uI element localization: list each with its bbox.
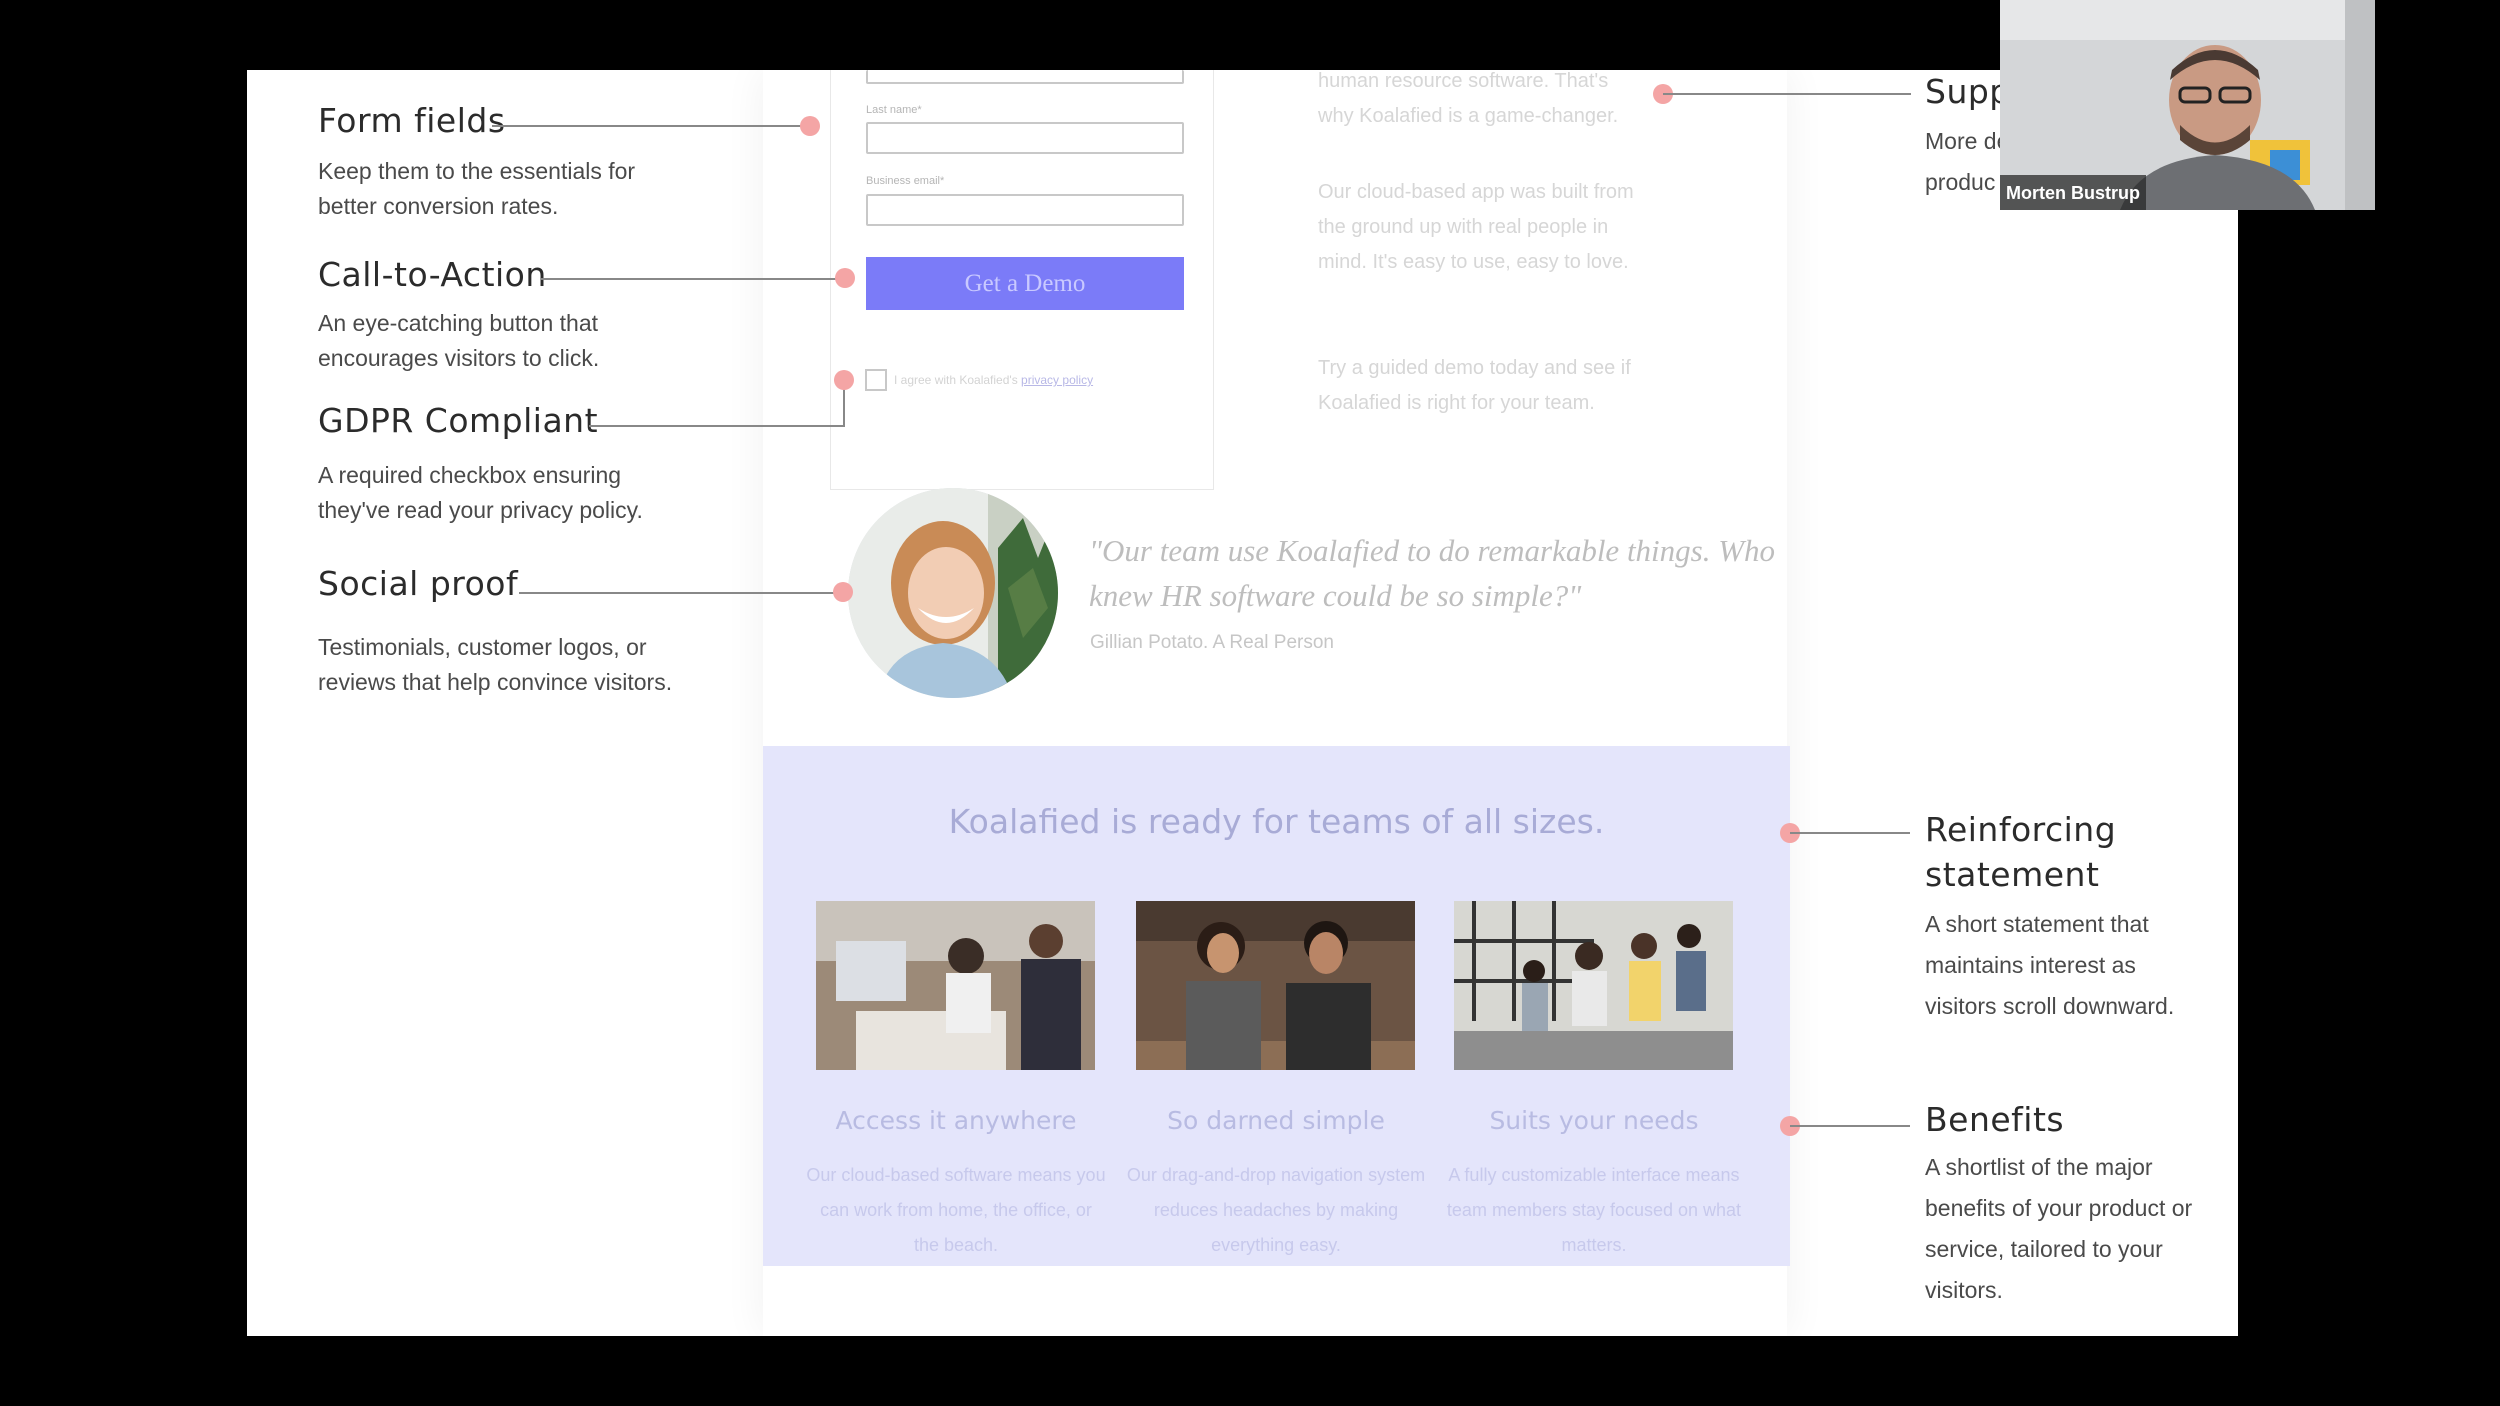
features-band: Koalafied is ready for teams of all size…: [763, 746, 1790, 1266]
annotation-benefits-title: Benefits: [1925, 1100, 2065, 1139]
annotation-reinforcing-title: Reinforcing statement: [1925, 810, 2117, 894]
connector-line: [492, 125, 808, 127]
last-name-field[interactable]: [866, 122, 1184, 154]
webcam-video: Morten Bustrup: [2000, 0, 2375, 210]
person-photo: [848, 488, 1058, 698]
connector-line: [1790, 1125, 1910, 1127]
annotation-supporting-title: Supp: [1925, 72, 2011, 111]
connector-line: [589, 425, 845, 427]
email-label: Business email*: [866, 175, 945, 187]
annotation-form-fields-desc: Keep them to the essentials for better c…: [318, 158, 636, 219]
feature-image-celebration: [1454, 901, 1733, 1070]
email-field[interactable]: [866, 194, 1184, 226]
last-name-label: Last name*: [866, 104, 922, 116]
annotation-dot: [834, 370, 854, 390]
annotation-gdpr-title: GDPR Compliant: [318, 401, 599, 440]
reinforcing-statement: Koalafied is ready for teams of all size…: [948, 802, 1605, 841]
get-demo-button[interactable]: Get a Demo: [866, 257, 1184, 310]
annotation-supporting-desc-2: produc: [1925, 169, 1996, 195]
participant-name: Morten Bustrup: [2000, 175, 2146, 210]
feature-text-simple: Our drag-and-drop navigation system redu…: [1126, 1165, 1426, 1255]
feature-image-team: [1136, 901, 1415, 1070]
connector-line: [1790, 832, 1910, 834]
feature-title-anywhere: Access it anywhere: [835, 1106, 1077, 1135]
feature-text-anywhere: Our cloud-based software means you can w…: [806, 1165, 1106, 1255]
feature-title-needs: Suits your needs: [1489, 1106, 1699, 1135]
presentation-slide: Last name* Business email* Get a Demo I …: [247, 70, 2238, 1336]
consent-checkbox[interactable]: [865, 369, 887, 391]
feature-title-simple: So darned simple: [1167, 1106, 1385, 1135]
annotation-dot: [833, 582, 853, 602]
app-copy: Our cloud-based app was built from the g…: [1318, 181, 1634, 273]
annotation-social-proof-title: Social proof: [318, 564, 519, 603]
privacy-policy-link[interactable]: privacy policy: [1021, 373, 1093, 387]
annotation-gdpr-desc: A required checkbox ensuring they've rea…: [318, 462, 643, 523]
annotation-cta-desc: An eye-catching button that encourages v…: [318, 310, 600, 371]
connector-line: [519, 592, 841, 594]
annotation-dot: [835, 268, 855, 288]
feature-image-office: [816, 901, 1095, 1070]
testimonial-avatar: [848, 488, 1058, 698]
annotation-supporting-desc-1: More de: [1925, 128, 2010, 154]
annotation-dot: [800, 116, 820, 136]
annotation-form-fields-title: Form fields: [318, 101, 506, 140]
first-name-field[interactable]: [866, 70, 1184, 84]
connector-line: [1663, 93, 1911, 95]
testimonial-quote: "Our team use Koalafied to do remarkable…: [1089, 533, 1776, 613]
connector-line: [541, 278, 837, 280]
feature-text-needs: A fully customizable interface means tea…: [1446, 1165, 1742, 1255]
consent-text: I agree with Koalafied's privacy policy: [894, 373, 1094, 387]
demo-copy: Try a guided demo today and see if Koala…: [1318, 357, 1631, 414]
annotation-cta-title: Call-to-Action: [318, 255, 547, 294]
testimonial-author: Gillian Potato. A Real Person: [1090, 632, 1334, 653]
annotation-benefits-desc: A shortlist of the major benefits of you…: [1925, 1154, 2193, 1303]
annotation-reinforcing-desc: A short statement that maintains interes…: [1925, 911, 2175, 1019]
annotation-social-proof-desc: Testimonials, customer logos, or reviews…: [318, 634, 673, 695]
intro-copy: human resource software. That's why Koal…: [1318, 70, 1619, 127]
